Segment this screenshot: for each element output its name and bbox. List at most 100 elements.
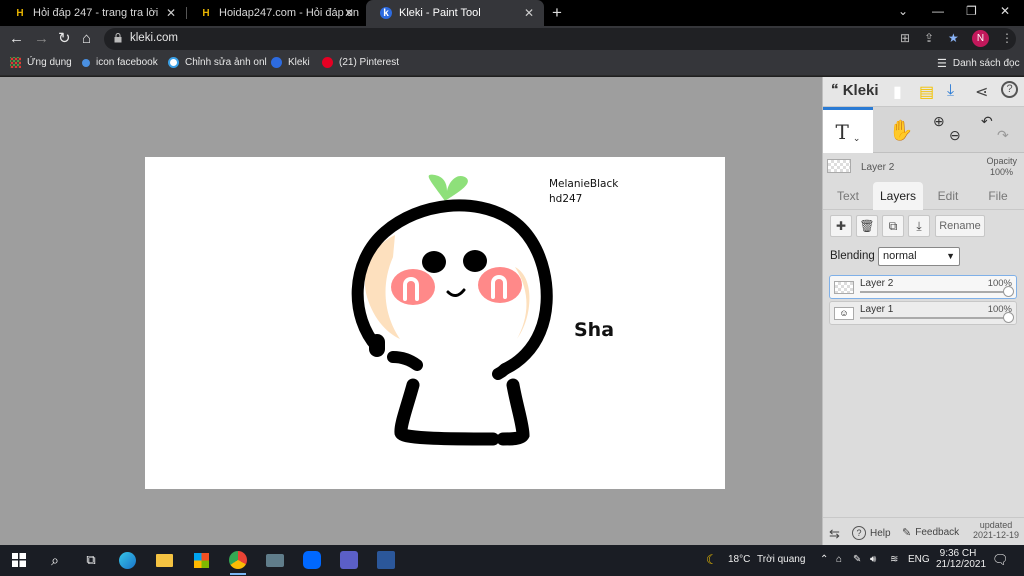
blush-left xyxy=(391,269,435,305)
bookmark-label: icon facebook xyxy=(96,57,158,68)
pen-icon[interactable]: ✎ xyxy=(853,554,861,565)
menu-dots-icon[interactable]: ⋮ xyxy=(1001,31,1013,45)
bookmark-kleki[interactable]: Kleki xyxy=(271,57,310,68)
translate-icon[interactable]: ⊞ xyxy=(900,31,910,45)
share-icon[interactable]: ⋖ xyxy=(975,82,988,102)
word-icon[interactable] xyxy=(375,549,397,571)
url-text: kleki.com xyxy=(130,32,178,44)
text-tool-button[interactable]: T ⌄ xyxy=(823,107,873,153)
help-link[interactable]: ? Help xyxy=(852,526,891,540)
help-label: Help xyxy=(870,527,891,539)
tray-chevron-icon[interactable]: ⌃ xyxy=(820,554,828,565)
back-icon[interactable]: ← xyxy=(9,30,24,48)
bookmark-label: Ứng dụng xyxy=(27,57,72,68)
globe-icon xyxy=(82,58,90,67)
layer-opacity-slider[interactable] xyxy=(860,291,1006,293)
clock[interactable]: 9:36 CH 21/12/2021 xyxy=(936,548,986,570)
chrome-icon[interactable] xyxy=(227,549,249,575)
drawing-workspace[interactable]: MelanieBlack hd247 Sha xyxy=(0,77,822,545)
tab-layers[interactable]: Layers xyxy=(873,182,923,210)
zalo-icon[interactable] xyxy=(301,549,323,571)
layer-name: Layer 2 xyxy=(860,278,894,289)
tab-hoidap-1[interactable]: H Hỏi đáp 247 - trang tra lời ✕ xyxy=(0,0,186,26)
eye-right xyxy=(463,250,487,272)
close-tab-icon[interactable]: ✕ xyxy=(524,6,534,20)
bookmark-icon-facebook[interactable]: icon facebook xyxy=(82,57,158,68)
search-icon[interactable]: ⌕ xyxy=(44,549,66,571)
new-tab-button[interactable]: + xyxy=(552,3,562,23)
teams-icon[interactable] xyxy=(338,549,360,571)
layer-item-1[interactable]: ☺ Layer 1 100% xyxy=(829,301,1017,325)
merge-layer-button[interactable]: ⤓ xyxy=(908,215,930,237)
panel-header: 🙶 Kleki ▮ ▤ ⤓ ⋖ ? xyxy=(823,77,1024,107)
network-icon[interactable]: ⌂ xyxy=(836,554,842,565)
reading-list-label: Danh sách đọc xyxy=(952,58,1020,69)
current-layer-preview: Layer 2 Opacity 100% xyxy=(823,155,1024,181)
feedback-label: Feedback xyxy=(915,527,960,538)
bookmark-apps[interactable]: Ứng dụng xyxy=(10,57,72,68)
bookmark-star-icon[interactable]: ★ xyxy=(948,31,959,45)
tab-kleki[interactable]: k Kleki - Paint Tool ✕ xyxy=(366,0,544,26)
tab-search-icon[interactable]: ⌄ xyxy=(898,4,908,18)
reading-list[interactable]: ☰ Danh sách đọc xyxy=(937,57,1020,70)
store-icon[interactable] xyxy=(190,549,212,571)
close-tab-icon[interactable]: ✕ xyxy=(344,6,354,20)
duplicate-layer-button[interactable]: ⧉ xyxy=(882,215,904,237)
delete-layer-button[interactable]: 🗑 xyxy=(856,215,878,237)
photo-editor-icon xyxy=(168,57,179,68)
tab-hoidap-2[interactable]: H Hoidap247.com - Hỏi đáp online ✕ xyxy=(186,0,364,26)
task-view-icon[interactable]: ⧉ xyxy=(80,549,102,571)
edge-icon[interactable] xyxy=(116,549,138,571)
close-window-icon[interactable]: ✕ xyxy=(1000,4,1010,18)
address-bar[interactable]: kleki.com ⊞ ⇪ ★ N ⋮ xyxy=(104,28,1016,50)
new-image-icon[interactable]: ▮ xyxy=(893,82,902,102)
weather-text[interactable]: Trời quang xyxy=(757,554,805,565)
notification-icon[interactable]: 🗨︎ xyxy=(992,552,1009,568)
minimize-icon[interactable]: — xyxy=(932,4,944,18)
slider-knob[interactable] xyxy=(1003,312,1014,323)
volume-icon[interactable]: 🔊︎ xyxy=(870,554,876,565)
layer-item-2[interactable]: Layer 2 100% xyxy=(829,275,1017,299)
home-icon[interactable]: ⌂ xyxy=(82,30,91,48)
tab-text[interactable]: Text xyxy=(823,182,873,210)
zoom-in-icon[interactable]: ⊕ xyxy=(933,113,945,130)
feedback-link[interactable]: ✎ Feedback xyxy=(902,526,959,539)
restore-icon[interactable]: ❐ xyxy=(966,4,977,18)
slider-knob[interactable] xyxy=(1003,286,1014,297)
reload-icon[interactable]: ↻ xyxy=(58,30,71,48)
bookmarks-bar: Ứng dụng icon facebook Chỉnh sửa ảnh onl… xyxy=(0,52,1024,76)
help-icon[interactable]: ? xyxy=(1001,81,1018,98)
body-right xyxy=(496,378,530,446)
profile-avatar[interactable]: N xyxy=(972,30,989,47)
forward-icon[interactable]: → xyxy=(34,30,49,48)
hoidap-h-icon: H xyxy=(202,7,210,19)
undo-icon[interactable]: ↶ xyxy=(981,113,993,130)
add-layer-button[interactable]: ✚ xyxy=(830,215,852,237)
swap-arrows-icon[interactable]: ⇆ xyxy=(829,526,840,542)
open-folder-icon[interactable]: ▤ xyxy=(919,82,934,102)
weather-temp[interactable]: 18°C xyxy=(728,554,750,565)
language-indicator[interactable]: ENG xyxy=(908,554,930,565)
zoom-out-icon[interactable]: ⊖ xyxy=(949,127,961,144)
file-explorer-icon[interactable] xyxy=(153,549,175,571)
hoidap-h-icon: H xyxy=(16,7,24,19)
layer-opacity-slider[interactable] xyxy=(860,317,1006,319)
close-tab-icon[interactable]: ✕ xyxy=(166,6,176,20)
hand-tool-button[interactable]: ✋ xyxy=(881,107,921,153)
eye-left xyxy=(422,251,446,273)
download-icon[interactable]: ⤓ xyxy=(947,82,954,100)
bookmark-pinterest[interactable]: (21) Pinterest xyxy=(322,57,399,68)
camera-icon[interactable] xyxy=(264,549,286,571)
rename-layer-button[interactable]: Rename xyxy=(935,215,985,237)
redo-icon[interactable]: ↷ xyxy=(997,127,1009,144)
tab-file[interactable]: File xyxy=(973,182,1023,210)
tab-title: Hoidap247.com - Hỏi đáp online xyxy=(219,7,359,19)
windows-start-icon[interactable] xyxy=(8,549,30,571)
share-icon[interactable]: ⇪ xyxy=(924,31,934,45)
blending-select[interactable]: normal ▼ xyxy=(878,247,960,266)
bookmark-photo-editor[interactable]: Chỉnh sửa ảnh onl xyxy=(168,57,267,68)
tab-edit[interactable]: Edit xyxy=(923,182,973,210)
kleki-logo-icon: 🙶 xyxy=(831,82,839,99)
drawing-canvas[interactable]: MelanieBlack hd247 Sha xyxy=(145,157,725,489)
wifi-icon[interactable]: ≋ xyxy=(890,554,898,565)
